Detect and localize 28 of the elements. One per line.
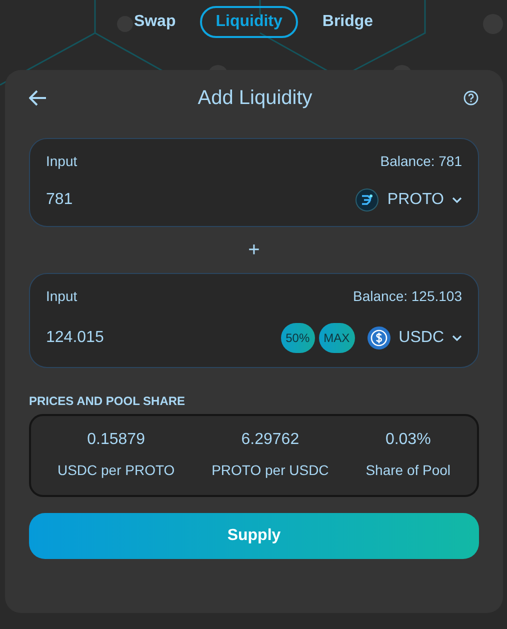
- input-label: Input: [46, 287, 78, 306]
- balance-text: Balance: 781: [380, 152, 462, 171]
- amount-value[interactable]: 124.015: [46, 326, 104, 350]
- input-label: Input: [46, 152, 78, 171]
- help-icon[interactable]: [463, 90, 479, 106]
- token-selector[interactable]: PROTO: [355, 188, 462, 212]
- stat-label: Share of Pool: [366, 461, 451, 480]
- stat-label: PROTO per USDC: [212, 461, 329, 480]
- caret-icon: [452, 334, 462, 342]
- balance-text: Balance: 125.103: [353, 287, 462, 306]
- stat-value: 0.03%: [384, 430, 432, 450]
- stat-label: USDC per PROTO: [57, 461, 175, 480]
- stat-value: 0.15879: [86, 430, 146, 450]
- stat-value: 6.29762: [240, 430, 300, 450]
- nav-tab[interactable]: Liquidity: [200, 6, 298, 38]
- quick-amount-button[interactable]: 50%: [280, 323, 315, 353]
- section-heading: PRICES AND POOL SHARE: [29, 393, 186, 410]
- token-icon: [355, 188, 380, 212]
- plus-sign: +: [247, 238, 261, 263]
- quick-amount-button[interactable]: MAX: [318, 323, 355, 353]
- back-arrow-icon[interactable]: [29, 90, 47, 106]
- amount-value[interactable]: 781: [46, 188, 73, 212]
- nav-tab[interactable]: Swap: [118, 6, 192, 38]
- token-selector[interactable]: USDC: [366, 326, 462, 350]
- nav-tab[interactable]: Bridge: [306, 6, 390, 38]
- dollar-coin-icon: [366, 326, 391, 350]
- caret-icon: [452, 196, 462, 204]
- panel-title: Add Liquidity: [198, 86, 312, 111]
